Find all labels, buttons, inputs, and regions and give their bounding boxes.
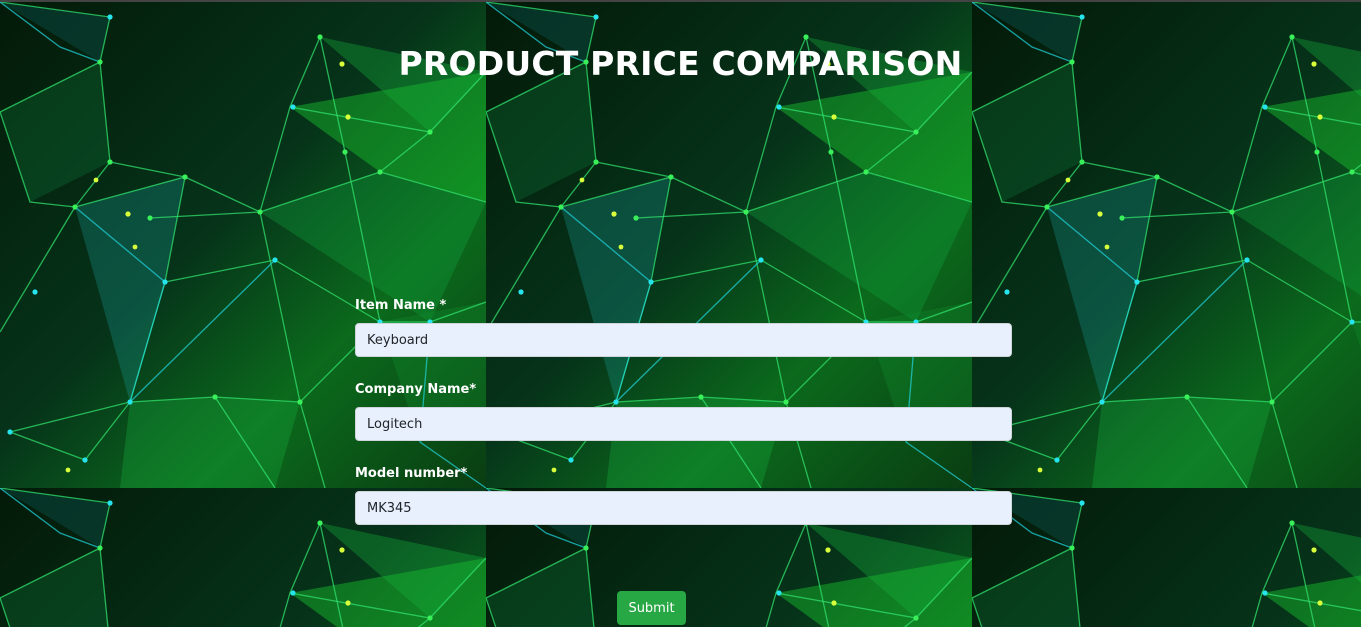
company-name-input[interactable] [355,407,1012,441]
submit-container: Submit [617,591,686,625]
top-border [0,0,1361,2]
page-title: PRODUCT PRICE COMPARISON [398,44,963,83]
company-name-label: Company Name* [355,382,477,397]
item-name-input[interactable] [355,323,1012,357]
model-number-label: Model number* [355,466,468,481]
submit-button[interactable]: Submit [617,591,686,625]
product-search-form: Item Name * Company Name* Model number* [355,296,1012,548]
item-name-label: Item Name * [355,298,447,313]
model-number-input[interactable] [355,491,1012,525]
